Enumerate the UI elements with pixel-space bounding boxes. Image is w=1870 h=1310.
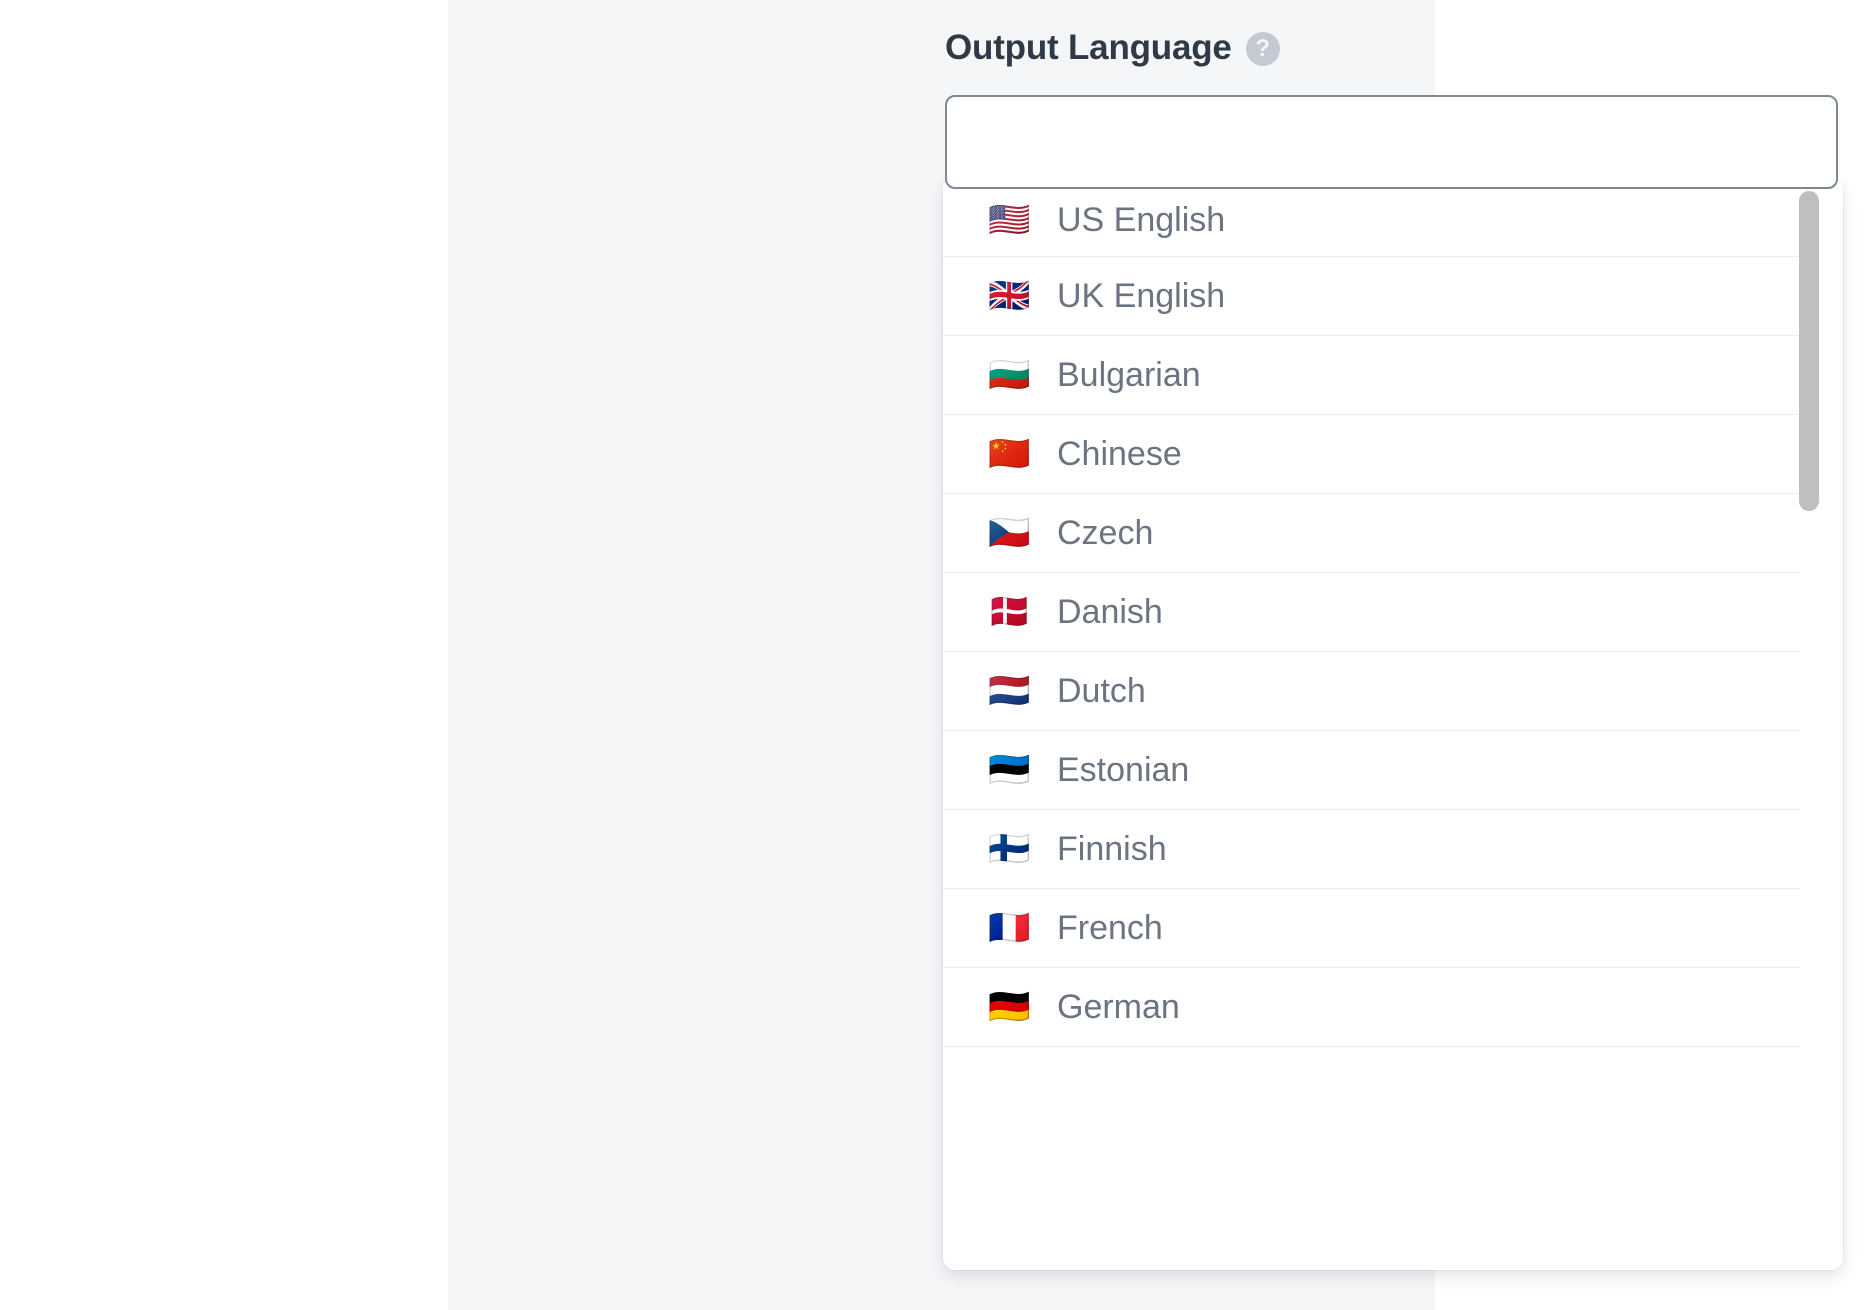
list-item[interactable]: 🇩🇰 Danish bbox=[943, 573, 1800, 652]
list-item[interactable]: 🇳🇱 Dutch bbox=[943, 652, 1800, 731]
page-title: Output Language bbox=[945, 30, 1232, 65]
list-item-label: Chinese bbox=[1057, 437, 1182, 471]
list-item[interactable]: 🇺🇸 US English bbox=[943, 183, 1800, 257]
list-item-label: US English bbox=[1057, 203, 1225, 237]
output-language-input[interactable] bbox=[945, 95, 1838, 189]
country-flag-icon: 🇬🇧 bbox=[988, 279, 1032, 313]
country-flag-icon: 🇫🇷 bbox=[988, 911, 1032, 945]
list-item[interactable]: 🇬🇧 UK English bbox=[943, 257, 1800, 336]
option-list: 🇺🇸 US English 🇬🇧 UK English 🇧🇬 Bulgarian 🇨🇳 Chi… bbox=[943, 183, 1800, 1270]
content-panel: Output Language ? 🇺🇸 US English 🇬🇧 UK Engli… bbox=[448, 0, 1435, 1310]
question-mark-icon[interactable]: ? bbox=[1246, 32, 1280, 66]
list-item[interactable]: 🇩🇪 German bbox=[943, 968, 1800, 1047]
list-item-label: French bbox=[1057, 911, 1163, 945]
vertical-scrollbar-thumb[interactable] bbox=[1799, 191, 1819, 511]
dropdown-scrollbar[interactable] bbox=[1799, 183, 1821, 1270]
screen-root: Output Language ? 🇺🇸 US English 🇬🇧 UK Engli… bbox=[0, 0, 1870, 1310]
country-flag-icon: 🇩🇰 bbox=[988, 595, 1032, 629]
country-flag-icon: 🇳🇱 bbox=[988, 674, 1032, 708]
country-flag-icon: 🇫🇮 bbox=[988, 832, 1032, 866]
list-item[interactable]: 🇨🇳 Chinese bbox=[943, 415, 1800, 494]
list-item-label: Dutch bbox=[1057, 674, 1146, 708]
list-item-label: Bulgarian bbox=[1057, 358, 1201, 392]
list-item-label: Danish bbox=[1057, 595, 1163, 629]
list-item[interactable]: 🇫🇷 French bbox=[943, 889, 1800, 968]
output-language-field-block: Output Language ? bbox=[945, 0, 1839, 76]
list-item[interactable]: 🇧🇬 Bulgarian bbox=[943, 336, 1800, 415]
field-label-row: Output Language ? bbox=[945, 0, 1839, 76]
list-item-label: UK English bbox=[1057, 279, 1225, 313]
country-flag-icon: 🇪🇪 bbox=[988, 753, 1032, 787]
list-item-label: Finnish bbox=[1057, 832, 1167, 866]
country-flag-icon: 🇺🇸 bbox=[988, 203, 1032, 237]
country-flag-icon: 🇩🇪 bbox=[988, 990, 1032, 1024]
list-item-label: Czech bbox=[1057, 516, 1153, 550]
list-item[interactable]: 🇫🇮 Finnish bbox=[943, 810, 1800, 889]
list-item[interactable]: 🇪🇪 Estonian bbox=[943, 731, 1800, 810]
language-dropdown-list: 🇺🇸 US English 🇬🇧 UK English 🇧🇬 Bulgarian 🇨🇳 Chi… bbox=[943, 183, 1843, 1270]
country-flag-icon: 🇧🇬 bbox=[988, 358, 1032, 392]
list-item-label: German bbox=[1057, 990, 1180, 1024]
list-item[interactable]: 🇨🇿 Czech bbox=[943, 494, 1800, 573]
list-item-label: Estonian bbox=[1057, 753, 1189, 787]
country-flag-icon: 🇨🇳 bbox=[988, 437, 1032, 471]
country-flag-icon: 🇨🇿 bbox=[988, 516, 1032, 550]
